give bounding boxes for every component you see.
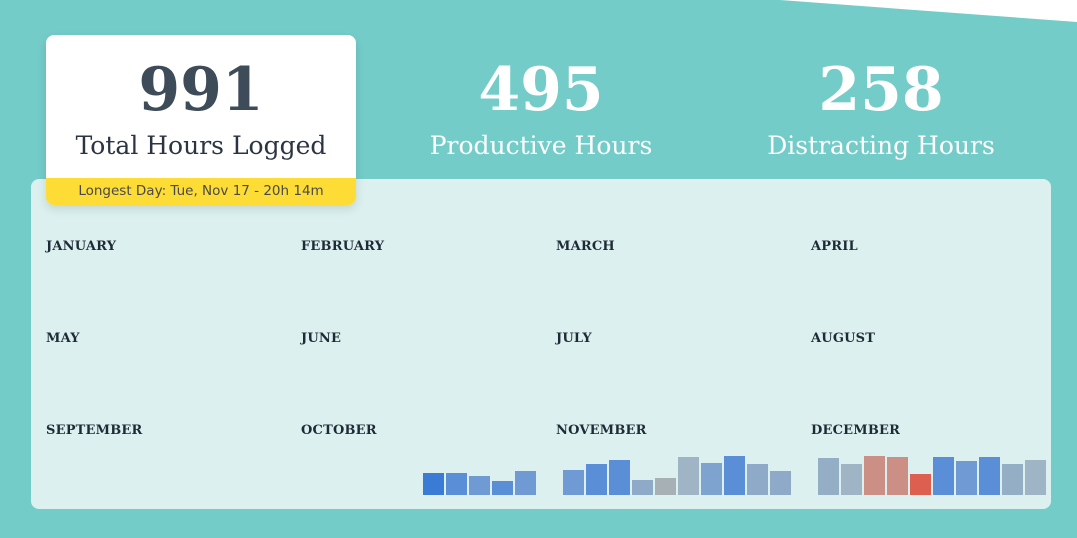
longest-day-banner: Longest Day: Tue, Nov 17 - 20h 14m (46, 178, 356, 205)
day-bar[interactable] (1025, 460, 1046, 495)
day-bar[interactable] (1002, 464, 1023, 495)
month-bars (811, 239, 1046, 321)
distracting-hours-value: 258 (818, 55, 944, 125)
month-bars (423, 471, 536, 495)
month-bars (556, 239, 791, 321)
total-hours-value: 991 (138, 55, 264, 125)
day-bar[interactable] (609, 460, 630, 495)
distracting-hours-stat: 258 Distracting Hours (726, 35, 1036, 175)
total-hours-card: 991 Total Hours Logged Longest Day: Tue,… (46, 35, 356, 205)
day-bar[interactable] (910, 474, 931, 495)
distracting-hours-label: Distracting Hours (767, 131, 995, 160)
month-april[interactable]: APRIL (811, 239, 1046, 321)
productive-hours-stat: 495 Productive Hours (386, 35, 696, 175)
month-bars (563, 456, 791, 495)
day-bar[interactable] (423, 473, 444, 495)
productive-hours-value: 495 (478, 55, 604, 125)
month-may[interactable]: MAY (46, 331, 281, 413)
day-bar[interactable] (586, 464, 607, 495)
month-bars (46, 331, 281, 413)
month-september[interactable]: SEPTEMBER (46, 423, 281, 505)
month-bars (818, 456, 1046, 495)
day-bar[interactable] (841, 464, 862, 495)
month-bars (811, 331, 1046, 413)
day-bar[interactable] (887, 457, 908, 495)
month-march[interactable]: MARCH (556, 239, 791, 321)
productive-hours-label: Productive Hours (429, 131, 653, 160)
month-august[interactable]: AUGUST (811, 331, 1046, 413)
month-bars (46, 239, 281, 321)
day-bar[interactable] (678, 457, 699, 495)
day-bar[interactable] (818, 458, 839, 495)
day-bar[interactable] (492, 481, 513, 495)
day-bar[interactable] (979, 457, 1000, 495)
month-july[interactable]: JULY (556, 331, 791, 413)
months-panel: JANUARY FEBRUARY MARCH APRIL MAY JUNE JU… (31, 179, 1051, 509)
day-bar[interactable] (446, 473, 467, 495)
month-bars (301, 331, 536, 413)
month-bars (556, 331, 791, 413)
day-bar[interactable] (864, 456, 885, 495)
day-bar[interactable] (770, 471, 791, 495)
day-bar[interactable] (724, 456, 745, 495)
day-bar[interactable] (701, 463, 722, 495)
month-bars (301, 239, 536, 321)
day-bar[interactable] (747, 464, 768, 495)
day-bar[interactable] (469, 476, 490, 495)
month-november[interactable]: NOVEMBER (556, 423, 791, 505)
month-december[interactable]: DECEMBER (811, 423, 1046, 505)
month-june[interactable]: JUNE (301, 331, 536, 413)
day-bar[interactable] (563, 470, 584, 495)
day-bar[interactable] (632, 480, 653, 495)
day-bar[interactable] (515, 471, 536, 495)
day-bar[interactable] (956, 461, 977, 495)
month-february[interactable]: FEBRUARY (301, 239, 536, 321)
day-bar[interactable] (655, 478, 676, 495)
month-bars (46, 423, 281, 505)
total-hours-label: Total Hours Logged (75, 131, 327, 160)
month-october[interactable]: OCTOBER (301, 423, 536, 505)
month-january[interactable]: JANUARY (46, 239, 281, 321)
day-bar[interactable] (933, 457, 954, 495)
